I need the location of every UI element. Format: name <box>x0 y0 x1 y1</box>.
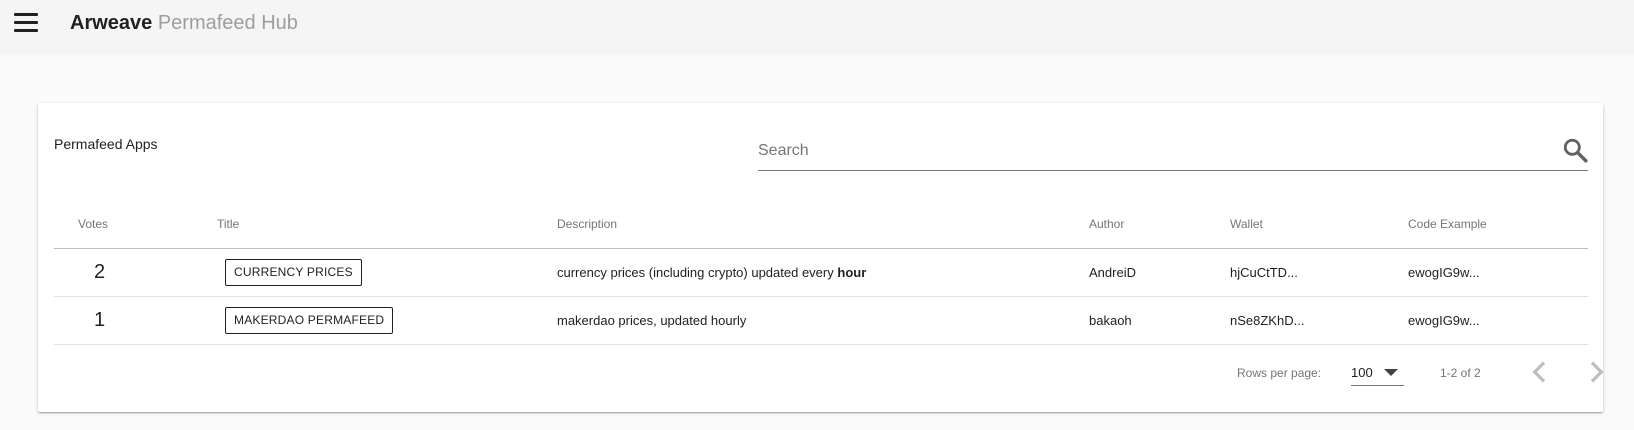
author-cell: bakaoh <box>1089 296 1230 345</box>
search-field <box>758 133 1588 171</box>
votes-cell: 1 <box>54 296 214 345</box>
description-text: currency prices (including crypto) updat… <box>557 264 834 280</box>
description-bold-text: hour <box>837 264 867 280</box>
chevron-left-icon[interactable] <box>1524 356 1556 388</box>
table-row: 1 MAKERDAO PERMAFEED makerdao prices, up… <box>54 296 1588 345</box>
column-header-code-example[interactable]: Code Example <box>1408 201 1588 249</box>
search-input[interactable] <box>758 137 1538 165</box>
caret-down-icon <box>1384 369 1398 376</box>
description-text: makerdao prices, updated hourly <box>557 312 747 328</box>
column-header-author[interactable]: Author <box>1089 201 1230 249</box>
table-pagination: Rows per page: 100 1-2 of 2 <box>54 346 1604 400</box>
title-cell: MAKERDAO PERMAFEED <box>214 296 557 345</box>
hamburger-menu-icon[interactable] <box>13 12 39 34</box>
app-title-button[interactable]: MAKERDAO PERMAFEED <box>225 306 394 334</box>
apps-table: Votes Title Description Author Wallet Co… <box>54 201 1588 345</box>
description-cell: currency prices (including crypto) updat… <box>557 248 1089 297</box>
app-title: Arweave Permafeed Hub <box>70 10 298 36</box>
pagination-range: 1-2 of 2 <box>1440 366 1481 380</box>
table-row: 2 CURRENCY PRICES currency prices (inclu… <box>54 248 1588 297</box>
column-header-votes[interactable]: Votes <box>54 201 214 249</box>
column-header-wallet[interactable]: Wallet <box>1230 201 1408 249</box>
column-header-description[interactable]: Description <box>557 201 1089 249</box>
code-example-cell: ewogIG9w... <box>1408 296 1588 345</box>
brand-secondary: Permafeed Hub <box>157 12 298 34</box>
votes-cell: 2 <box>54 248 214 297</box>
wallet-cell: hjCuCtTD... <box>1230 248 1408 297</box>
app-bar: Arweave Permafeed Hub <box>0 0 1634 55</box>
rows-per-page-value: 100 <box>1351 365 1373 380</box>
app-title-button[interactable]: CURRENCY PRICES <box>225 258 362 286</box>
chevron-right-icon[interactable] <box>1580 356 1612 388</box>
description-cell: makerdao prices, updated hourly <box>557 296 1089 345</box>
brand-primary: Arweave <box>70 12 153 34</box>
search-icon[interactable] <box>1562 137 1588 163</box>
column-header-title[interactable]: Title <box>214 201 557 249</box>
table-header-row: Votes Title Description Author Wallet Co… <box>54 201 1588 249</box>
card-title: Permafeed Apps <box>54 136 158 152</box>
rows-per-page-label: Rows per page: <box>1237 366 1322 380</box>
apps-card: Permafeed Apps Votes Title Description A… <box>38 103 1604 412</box>
wallet-cell: nSe8ZKhD... <box>1230 296 1408 345</box>
author-cell: AndreiD <box>1089 248 1230 297</box>
rows-per-page-select[interactable]: 100 <box>1351 358 1404 386</box>
code-example-cell: ewogIG9w... <box>1408 248 1588 297</box>
title-cell: CURRENCY PRICES <box>214 248 557 297</box>
